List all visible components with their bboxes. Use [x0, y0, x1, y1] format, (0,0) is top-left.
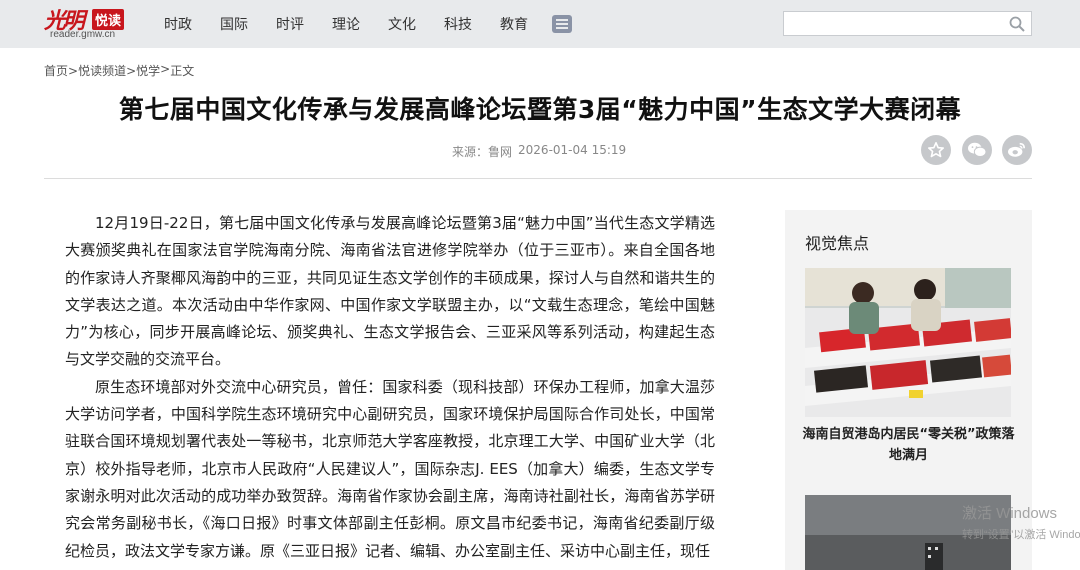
breadcrumb-section[interactable]: 悦学 — [136, 62, 160, 79]
article-title: 第七届中国文化传承与发展高峰论坛暨第3届“魅力中国”生态文学大赛闭幕 — [118, 95, 962, 124]
article-datetime: 2026-01-04 15:19 — [518, 143, 627, 157]
nav-item-tech[interactable]: 科技 — [430, 14, 486, 34]
nav-item-politics[interactable]: 时政 — [150, 14, 206, 34]
breadcrumb-separator: > — [160, 62, 171, 76]
search-box — [783, 11, 1032, 36]
breadcrumb-home[interactable]: 首页> — [44, 62, 78, 79]
watermark-line-1: 激活 Windows — [962, 505, 1058, 522]
top-nav-bar: 光明 悦读 reader.gmw.cn 时政 国际 时评 理论 文化 科技 教育 — [0, 0, 1080, 48]
watermark-line-2: 转到“设置”以激活 Windows。 — [962, 529, 1080, 541]
article-meta: 来源：鲁网 2026-01-04 15:19 — [452, 143, 626, 160]
breadcrumb-current: 正文 — [170, 64, 195, 78]
breadcrumb: 首页> 悦读频道> 悦学 > 正文 — [44, 62, 194, 79]
source-label: 来源： — [452, 145, 489, 159]
article-paragraph: 12月19日-22日，第七届中国文化传承与发展高峰论坛暨第3届“魅力中国”当代生… — [65, 214, 715, 369]
weibo-icon — [1008, 142, 1026, 157]
site-logo[interactable]: 光明 悦读 reader.gmw.cn — [44, 3, 134, 43]
menu-icon[interactable] — [552, 15, 572, 33]
nav-item-commentary[interactable]: 时评 — [262, 14, 318, 34]
logo-url: reader.gmw.cn — [50, 29, 116, 40]
article-source: 鲁网 — [488, 145, 513, 159]
search-input[interactable] — [784, 12, 999, 35]
nav-item-education[interactable]: 教育 — [486, 14, 542, 34]
search-icon[interactable] — [1009, 16, 1025, 32]
nav-item-theory[interactable]: 理论 — [318, 14, 374, 34]
wechat-icon — [968, 142, 987, 157]
nav-item-international[interactable]: 国际 — [206, 14, 262, 34]
weibo-share-button[interactable] — [1002, 135, 1032, 165]
article-paragraph: 原生态环境部对外交流中心研究员，曾任：国家科委（现科技部）环保办工程师，加拿大温… — [65, 377, 715, 560]
news-photo[interactable] — [805, 268, 1011, 417]
sidebar-caption-link[interactable]: 海南自贸港岛内居民“零关税”政策落地满月 — [799, 424, 1018, 466]
main-nav: 时政 国际 时评 理论 文化 科技 教育 — [150, 0, 572, 48]
sidebar-title: 视觉焦点 — [805, 234, 870, 253]
nav-item-culture[interactable]: 文化 — [374, 14, 430, 34]
star-icon — [927, 141, 945, 158]
logo-badge: 悦读 — [92, 9, 125, 30]
article-body: 12月19日-22日，第七届中国文化传承与发展高峰论坛暨第3届“魅力中国”当代生… — [65, 210, 715, 565]
header-divider — [44, 178, 1032, 179]
favorite-share-button[interactable] — [921, 135, 951, 165]
wechat-share-button[interactable] — [962, 135, 992, 165]
breadcrumb-channel[interactable]: 悦读频道> — [78, 62, 136, 79]
windows-activation-watermark: 激活 Windows 转到“设置”以激活 Windows。 — [962, 502, 1080, 542]
